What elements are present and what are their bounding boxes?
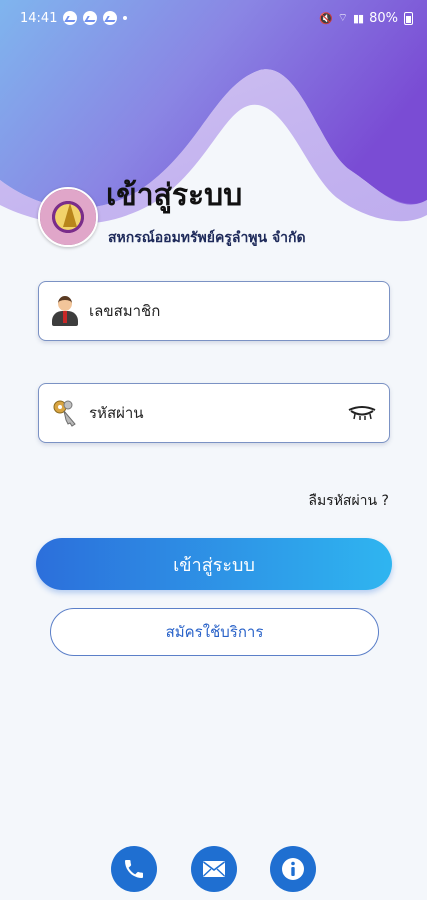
signal-icon: ▮▮ [352, 11, 364, 25]
phone-icon [125, 860, 143, 878]
user-icon [51, 296, 79, 326]
messenger-icon [63, 11, 78, 25]
password-field[interactable] [38, 383, 390, 443]
status-bar: 14:41 🔇 ⌔ ▮▮ 80% [0, 0, 427, 36]
battery-percent: 80% [369, 10, 398, 26]
mute-icon: 🔇 [318, 11, 333, 25]
key-icon [51, 398, 79, 428]
forgot-password-link[interactable]: ลืมรหัสผ่าน ? [308, 490, 389, 512]
eye-closed-icon[interactable] [347, 405, 377, 421]
phone-button[interactable] [111, 846, 157, 892]
register-button[interactable]: สมัครใช้บริการ [50, 608, 379, 656]
wifi-icon: ⌔ [337, 11, 348, 24]
password-input[interactable] [89, 404, 347, 422]
login-button[interactable]: เข้าสู่ระบบ [36, 538, 392, 590]
info-icon [282, 858, 304, 880]
messenger-icon [83, 11, 98, 25]
page-title: เข้าสู่ระบบ [106, 178, 243, 213]
page-subtitle: สหกรณ์ออมทรัพย์ครูลำพูน จำกัด [108, 230, 306, 246]
battery-icon [404, 11, 413, 25]
more-notifications-icon [123, 16, 128, 20]
mail-button[interactable] [191, 846, 237, 892]
info-button[interactable] [270, 846, 316, 892]
mail-icon [203, 861, 225, 877]
status-time: 14:41 [20, 10, 58, 26]
status-right: 🔇 ⌔ ▮▮ 80% [319, 11, 413, 26]
cooperative-logo [38, 187, 98, 247]
bottom-contact-bar [0, 846, 427, 892]
messenger-icon [103, 11, 118, 25]
member-id-input[interactable] [89, 302, 377, 320]
member-id-field[interactable] [38, 281, 390, 341]
status-left: 14:41 [20, 10, 128, 26]
